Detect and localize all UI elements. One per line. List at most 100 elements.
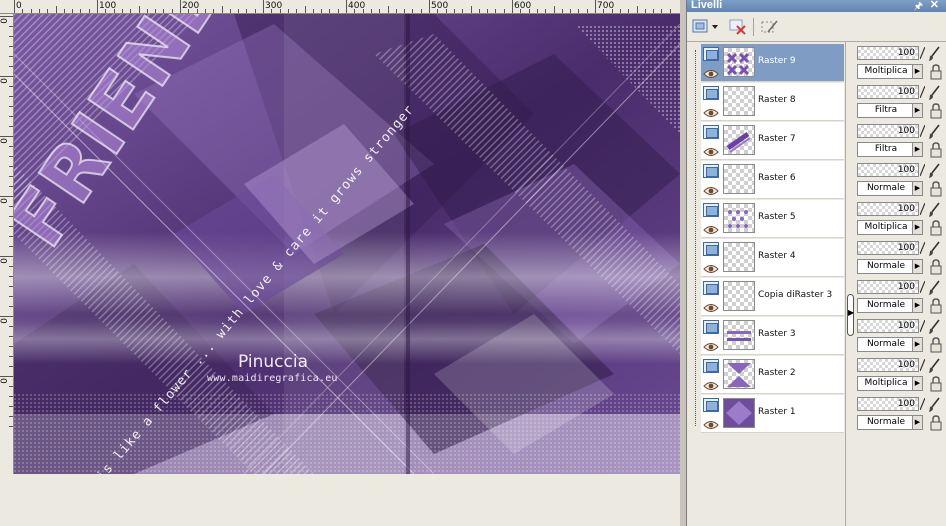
blend-mode-value: Normale [866, 183, 906, 193]
opacity-slider[interactable]: 100 [857, 163, 919, 177]
brush-icon[interactable] [927, 163, 941, 179]
blend-mode-dropdown[interactable]: Moltiplica ▶ [857, 64, 923, 79]
ruler-minor-tick [196, 9, 198, 13]
opacity-handle-icon[interactable] [920, 164, 925, 176]
layer-row[interactable]: Raster 4 [701, 239, 844, 277]
lock-icon[interactable] [929, 142, 943, 158]
blend-mode-dropdown[interactable]: Moltiplica ▶ [857, 220, 923, 235]
dropdown-arrow-icon[interactable]: ▶ [912, 65, 922, 78]
brush-icon[interactable] [927, 202, 941, 218]
opacity-slider[interactable]: 100 [857, 319, 919, 333]
visibility-eye-icon[interactable] [703, 144, 719, 156]
lock-icon[interactable] [929, 376, 943, 392]
opacity-value: 100 [897, 243, 915, 253]
brush-icon[interactable] [927, 46, 941, 62]
visibility-eye-icon[interactable] [703, 378, 719, 390]
opacity-handle-icon[interactable] [920, 203, 925, 215]
visibility-eye-icon[interactable] [703, 261, 719, 273]
layer-row[interactable]: Raster 6 [701, 161, 844, 199]
palette-splitter[interactable]: ▶ [845, 42, 855, 526]
dropdown-arrow-icon[interactable]: ▶ [912, 377, 922, 390]
opacity-slider[interactable]: 100 [857, 397, 919, 411]
brush-icon[interactable] [927, 280, 941, 296]
opacity-handle-icon[interactable] [920, 125, 925, 137]
lock-icon[interactable] [929, 337, 943, 353]
lock-icon[interactable] [929, 220, 943, 236]
layer-name: Raster 5 [758, 212, 796, 222]
close-icon[interactable]: ✕ [930, 0, 939, 11]
delete-layer-icon [729, 19, 746, 35]
opacity-handle-icon[interactable] [920, 281, 925, 293]
brush-icon[interactable] [927, 85, 941, 101]
visibility-eye-icon[interactable] [703, 300, 719, 312]
opacity-value: 100 [897, 165, 915, 175]
layer-thumbnail-art [724, 243, 754, 271]
layer-row[interactable]: Raster 2 [701, 356, 844, 394]
blend-mode-dropdown[interactable]: Normale ▶ [857, 298, 923, 313]
visibility-eye-icon[interactable] [703, 339, 719, 351]
layer-row[interactable]: Copia diRaster 3 [701, 278, 844, 316]
layer-row[interactable]: Raster 9 [701, 44, 844, 82]
opacity-handle-icon[interactable] [920, 320, 925, 332]
blend-mode-dropdown[interactable]: Filtra ▶ [857, 103, 923, 118]
brush-icon[interactable] [927, 397, 941, 413]
brush-icon[interactable] [927, 358, 941, 374]
ruler-minor-tick [354, 9, 356, 13]
opacity-handle-icon[interactable] [920, 242, 925, 254]
dropdown-arrow-icon[interactable]: ▶ [912, 221, 922, 234]
image-canvas[interactable]: FRIENDSHIP? is like a flower ... with lo… [14, 14, 680, 474]
layer-row[interactable]: Raster 3 [701, 317, 844, 355]
layer-row[interactable]: Raster 7 [701, 122, 844, 160]
brush-icon[interactable] [927, 319, 941, 335]
lock-icon[interactable] [929, 298, 943, 314]
edit-selection-button[interactable] [759, 17, 781, 37]
brush-icon[interactable] [927, 124, 941, 140]
paint-shop-pro-window: 0 100 200 300 400 500 600 700 0000000 is… [0, 0, 946, 526]
dropdown-arrow-icon[interactable]: ▶ [912, 182, 922, 195]
opacity-handle-icon[interactable] [920, 398, 925, 410]
blend-mode-dropdown[interactable]: Moltiplica ▶ [857, 376, 923, 391]
dropdown-arrow-icon[interactable]: ▶ [912, 143, 922, 156]
opacity-slider[interactable]: 100 [857, 358, 919, 372]
visibility-eye-icon[interactable] [703, 222, 719, 234]
raster-layer-icon [703, 86, 719, 100]
visibility-eye-icon[interactable] [703, 66, 719, 78]
dropdown-arrow-icon[interactable]: ▶ [912, 260, 922, 273]
opacity-handle-icon[interactable] [920, 86, 925, 98]
blend-mode-dropdown[interactable]: Normale ▶ [857, 181, 923, 196]
visibility-eye-icon[interactable] [703, 183, 719, 195]
opacity-slider[interactable]: 100 [857, 241, 919, 255]
opacity-slider[interactable]: 100 [857, 85, 919, 99]
layer-row[interactable]: Raster 8 [701, 83, 844, 121]
dropdown-arrow-icon[interactable]: ▶ [912, 104, 922, 117]
palette-title-bar[interactable]: Livelli 🖈 ✕ [687, 0, 946, 12]
lock-icon[interactable] [929, 181, 943, 197]
opacity-slider[interactable]: 100 [857, 280, 919, 294]
expand-arrow-icon[interactable]: ▶ [848, 308, 854, 317]
layer-row[interactable]: Raster 5 [701, 200, 844, 238]
lock-icon[interactable] [929, 415, 943, 431]
blend-mode-dropdown[interactable]: Normale ▶ [857, 415, 923, 430]
blend-mode-dropdown[interactable]: Filtra ▶ [857, 142, 923, 157]
opacity-slider[interactable]: 100 [857, 202, 919, 216]
opacity-slider[interactable]: 100 [857, 124, 919, 138]
dropdown-arrow-icon[interactable]: ▶ [912, 299, 922, 312]
lock-icon[interactable] [929, 64, 943, 80]
delete-layer-button[interactable] [727, 17, 749, 37]
opacity-handle-icon[interactable] [920, 359, 925, 371]
brush-icon[interactable] [927, 241, 941, 257]
ruler-minor-tick [221, 6, 223, 13]
dropdown-arrow-icon[interactable]: ▶ [912, 416, 922, 429]
dropdown-arrow-icon[interactable]: ▶ [912, 338, 922, 351]
visibility-eye-icon[interactable] [703, 417, 719, 429]
layer-thumbnail [723, 203, 755, 233]
visibility-eye-icon[interactable] [703, 105, 719, 117]
lock-icon[interactable] [929, 259, 943, 275]
new-raster-layer-button[interactable] [691, 17, 721, 37]
opacity-slider[interactable]: 100 [857, 46, 919, 60]
lock-icon[interactable] [929, 103, 943, 119]
layer-row[interactable]: Raster 1 [701, 395, 844, 433]
blend-mode-dropdown[interactable]: Normale ▶ [857, 259, 923, 274]
opacity-handle-icon[interactable] [920, 47, 925, 59]
blend-mode-dropdown[interactable]: Normale ▶ [857, 337, 923, 352]
